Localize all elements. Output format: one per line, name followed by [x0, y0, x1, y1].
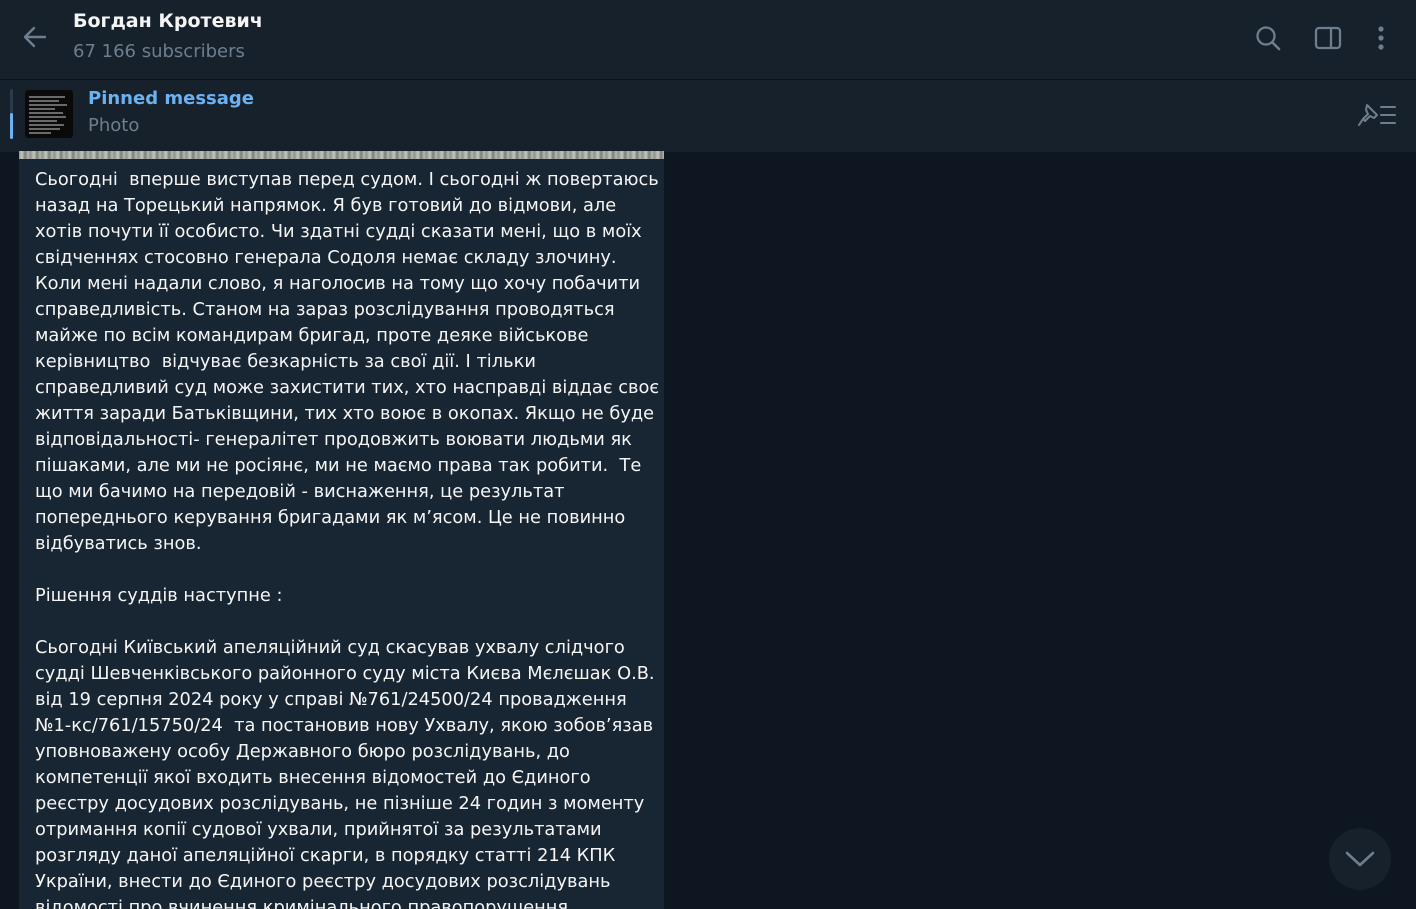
scroll-to-bottom-button[interactable]: [1329, 828, 1391, 890]
message-line: назад на Торецький напрямок. Я був готов…: [35, 195, 617, 216]
subscriber-count: 67 166 subscribers: [73, 41, 245, 62]
message-line: пішаками, але ми не росіянє, ми не маємо…: [35, 455, 642, 476]
sidebar-toggle-button[interactable]: [1310, 20, 1346, 56]
pin-list-icon: [1358, 104, 1396, 126]
message-line: №1-кс/761/15750/24 та постановив нову Ух…: [35, 715, 654, 736]
arrow-left-icon: [23, 26, 47, 48]
telegram-window: Богдан Кротевич 67 166 subscribers Pinne…: [0, 0, 1416, 909]
message-line: реєстру досудових розслідувань, не пізні…: [35, 793, 645, 814]
search-icon: [1256, 26, 1281, 51]
chevron-down-icon: [1345, 851, 1375, 867]
message-line: свідченнях стосовно генерала Содоля нема…: [35, 247, 617, 268]
message-list[interactable]: Сьогодні вперше виступав перед судом. І …: [0, 151, 1416, 909]
message-line: [35, 609, 660, 635]
message-line: судді Шевченківського районного суду міс…: [35, 663, 655, 684]
message-line: України, внести до Єдиного реєстру досуд…: [35, 871, 611, 892]
message-line: керівництво відчуває безкарність за свої…: [35, 351, 536, 372]
pinned-indicator: [10, 89, 13, 139]
message-line: від 19 серпня 2024 року у справі №761/24…: [35, 689, 627, 710]
message-text: Сьогодні вперше виступав перед судом. І …: [35, 167, 660, 909]
chat-header: Богдан Кротевич 67 166 subscribers: [0, 0, 1416, 79]
pinned-label: Pinned message: [88, 88, 254, 109]
message-line: попереднього керування бригадами як м’яс…: [35, 507, 626, 528]
message-line: отримання копії судової ухвали, прийнято…: [35, 819, 602, 840]
pinned-type: Photo: [88, 115, 140, 136]
message-line: майже по всім командирам бригад, проте д…: [35, 325, 589, 346]
sidebar-toggle-icon: [1314, 26, 1342, 50]
pinned-photo-thumbnail: [25, 90, 73, 138]
more-menu-button[interactable]: [1363, 20, 1399, 56]
message-line: [35, 557, 660, 583]
message-line: Сьогодні Київський апеляційний суд скасу…: [35, 637, 625, 658]
message-line: життя заради Батьківщини, тих хто воює в…: [35, 403, 655, 424]
more-vertical-icon: [1378, 26, 1384, 50]
message-bubble[interactable]: Сьогодні вперше виступав перед судом. І …: [19, 151, 664, 909]
message-line: справедливість. Станом на зараз розсліду…: [35, 299, 615, 320]
pinned-list-button[interactable]: [1356, 98, 1400, 132]
message-line: відповідальності- генералітет продовжить…: [35, 429, 632, 450]
message-line: уповноважену особу Державного бюро розсл…: [35, 741, 570, 762]
message-line: відбуватись знов.: [35, 533, 202, 554]
message-line: Сьогодні вперше виступав перед судом. І …: [35, 169, 659, 190]
message-line: що ми бачимо на передовій - виснаження, …: [35, 481, 565, 502]
channel-title[interactable]: Богдан Кротевич: [73, 10, 263, 32]
message-line: хотів почути її особисто. Чи здатні судд…: [35, 221, 642, 242]
back-button[interactable]: [18, 20, 52, 54]
message-line: розгляду даної апеляційної скарги, в пор…: [35, 845, 616, 866]
message-line: компетенції якої входить внесення відомо…: [35, 767, 591, 788]
message-line: справедливий суд може захистити тих, хто…: [35, 377, 660, 398]
pinned-message-bar[interactable]: Pinned message Photo: [0, 79, 1416, 152]
message-photo[interactable]: [19, 151, 664, 159]
search-button[interactable]: [1250, 20, 1286, 56]
message-line: Коли мені надали слово, я наголосив на т…: [35, 273, 641, 294]
message-line: відомості про вчинення кримінального пра…: [35, 897, 569, 909]
message-line: Рішення суддів наступне :: [35, 585, 283, 606]
